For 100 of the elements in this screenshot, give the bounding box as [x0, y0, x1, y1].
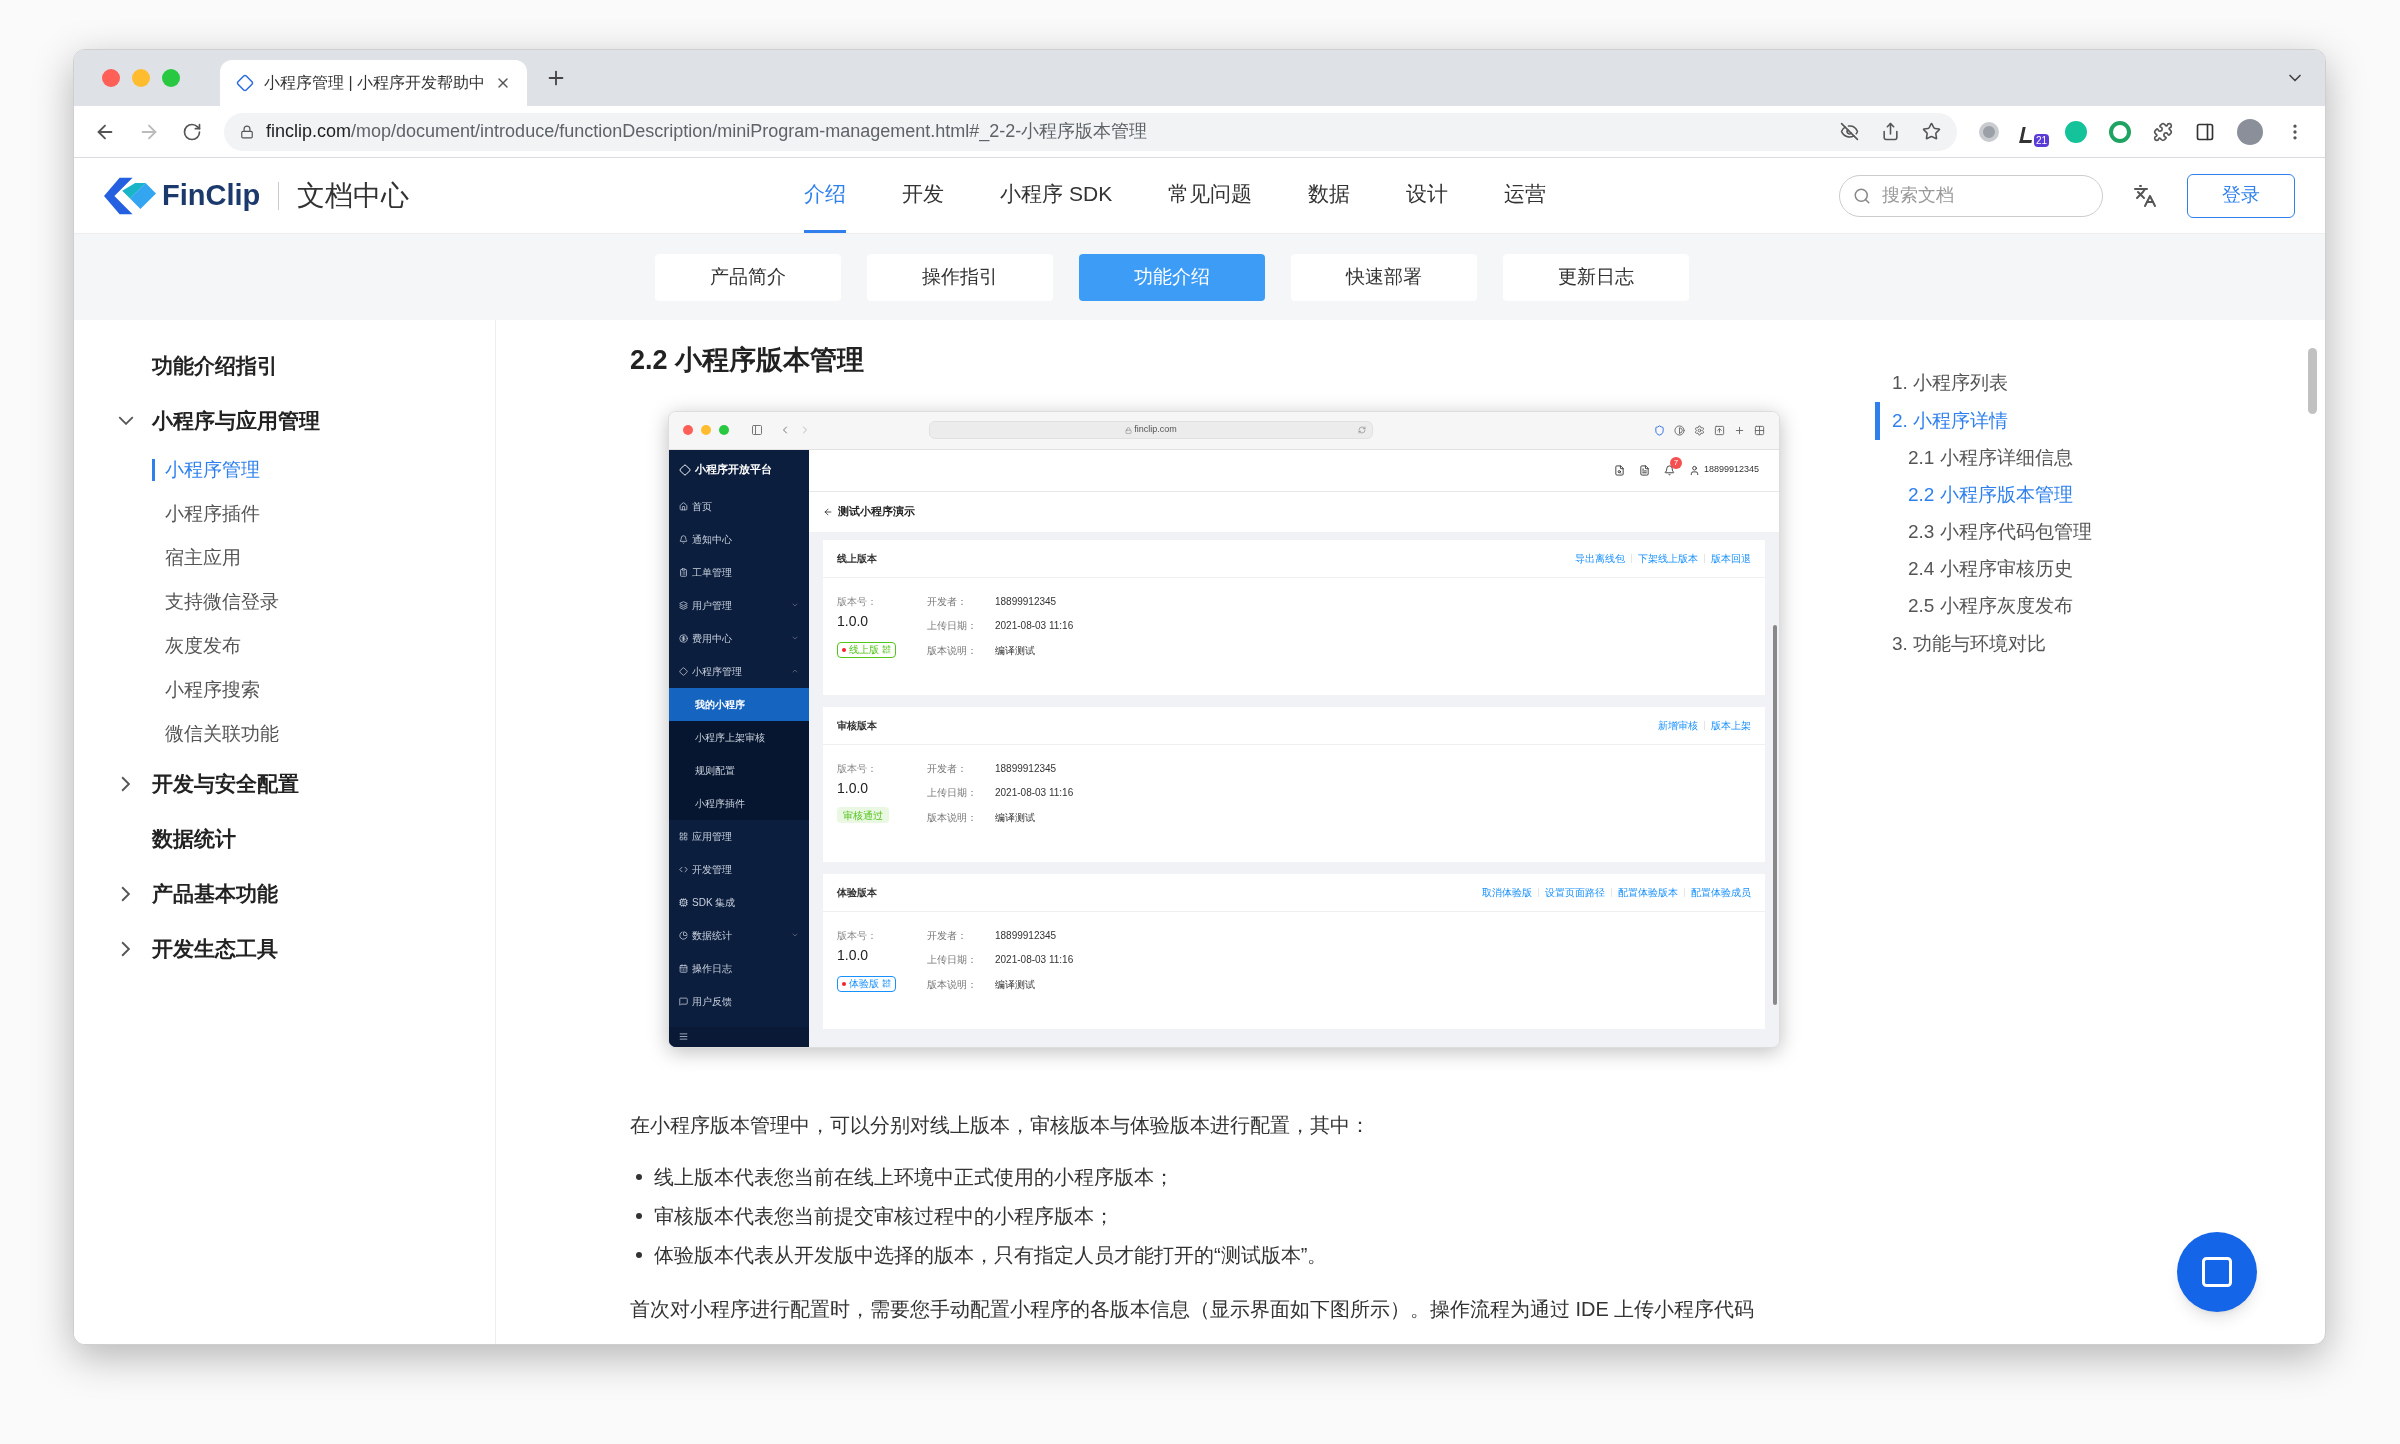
toc-sublink[interactable]: 2.5 小程序灰度发布	[1875, 588, 2325, 625]
document-icon[interactable]	[1638, 464, 1650, 476]
bell-icon	[679, 534, 688, 544]
field-label: 上传日期：	[927, 953, 978, 968]
share-icon	[1714, 424, 1725, 436]
mini-menu-item[interactable]: 首页	[669, 489, 809, 523]
eye-off-icon[interactable]	[1840, 122, 1859, 141]
toc-sublink[interactable]: 2.1 小程序详细信息	[1875, 440, 2325, 477]
version-label: 版本号：	[837, 594, 877, 609]
bell-icon[interactable]	[1663, 464, 1675, 476]
sidebar-link[interactable]: 灰度发布	[152, 635, 241, 657]
login-button[interactable]: 登录	[2187, 173, 2295, 218]
sidebar-icon	[751, 424, 763, 436]
mini-submenu-item[interactable]: 规则配置	[669, 753, 809, 787]
bullet-icon	[636, 1251, 642, 1258]
nav-link[interactable]: 小程序 SDK	[1000, 158, 1113, 233]
sub-tab[interactable]: 快速部署	[1291, 253, 1477, 301]
mini-menu-item[interactable]: 应用管理	[669, 819, 809, 853]
nav-link[interactable]: 开发	[902, 158, 945, 233]
field-value: 2021-08-03 11:16	[995, 619, 1074, 634]
user-icon	[1688, 464, 1700, 476]
reload-icon[interactable]	[182, 121, 202, 142]
profile-avatar[interactable]	[2237, 118, 2263, 145]
share-icon[interactable]	[1881, 122, 1900, 141]
field-value: 18899912345	[995, 594, 1058, 609]
version-number: 1.0.0	[837, 611, 869, 631]
card-title: 审核版本	[837, 718, 877, 733]
sub-tab[interactable]: 产品简介	[655, 253, 841, 301]
reload-icon	[1358, 426, 1366, 434]
puzzle-icon[interactable]	[2153, 121, 2173, 142]
field-value: 编译测试	[995, 978, 1036, 993]
half-circle-icon	[1674, 424, 1685, 436]
sidebar-link[interactable]: 支持微信登录	[152, 591, 279, 613]
address-bar[interactable]: finclip.com/mop/document/introduce/functionDescription/miniProgram-management.html#_2-2-小程序版本管理	[224, 112, 1957, 151]
translate-icon[interactable]	[2133, 183, 2157, 208]
sidebar-section[interactable]: 数据统计	[74, 811, 495, 866]
sidebar-section[interactable]: 小程序与应用管理	[74, 393, 495, 448]
nav-link[interactable]: 数据	[1308, 158, 1351, 233]
scrollbar-thumb[interactable]	[1773, 624, 1777, 1005]
field-label: 版本说明：	[927, 644, 978, 659]
nav-link[interactable]: 设计	[1406, 158, 1449, 233]
sidebar-section[interactable]: 产品基本功能	[74, 866, 495, 921]
sub-tab[interactable]: 操作指引	[867, 253, 1053, 301]
logo-text: FinClip	[162, 177, 261, 213]
qr-code-icon	[882, 979, 891, 988]
qr-code-icon	[882, 645, 891, 654]
mini-menu-item[interactable]: SDK 集成	[669, 885, 809, 919]
mini-submenu-item[interactable]: 小程序插件	[669, 786, 809, 820]
side-panel-icon[interactable]	[2195, 121, 2215, 142]
back-arrow-icon[interactable]	[823, 506, 833, 517]
search-icon	[1853, 186, 1871, 205]
sidebar-link[interactable]: 小程序管理	[152, 459, 260, 481]
toc-sublink[interactable]: 2.2 小程序版本管理	[1875, 477, 2325, 514]
coin-icon	[679, 633, 688, 643]
field-value: 编译测试	[995, 811, 1036, 826]
mini-menu-item[interactable]: 小程序管理	[669, 654, 809, 688]
mini-submenu-item[interactable]: 小程序上架审核	[669, 720, 809, 754]
sidebar-link[interactable]: 小程序搜索	[152, 679, 260, 701]
mini-menu-item[interactable]: 费用中心	[669, 621, 809, 655]
toc-sublink[interactable]: 2.4 小程序审核历史	[1875, 551, 2325, 588]
sidebar-section[interactable]: 功能介绍指引	[74, 338, 495, 393]
status-tag: 线上版	[837, 641, 896, 658]
nav-link[interactable]: 常见问题	[1168, 158, 1253, 233]
mini-menu-item[interactable]: 数据统计	[669, 918, 809, 952]
collapse-menu-icon[interactable]	[679, 1032, 688, 1041]
mini-menu-item[interactable]: 开发管理	[669, 852, 809, 886]
sidebar-section[interactable]: 开发生态工具	[74, 921, 495, 976]
mini-menu-item[interactable]: 通知中心	[669, 522, 809, 556]
field-label: 开发者：	[927, 928, 968, 943]
body-paragraph: 首次对小程序进行配置时，需要您手动配置小程序的各版本信息（显示界面如下图所示）。操作流程为通过 IDE 上传小程序代码	[630, 1296, 1756, 1322]
browser-tab[interactable]: 小程序管理 | 小程序开发帮助中	[220, 60, 528, 106]
search-field[interactable]: 搜索文档	[1839, 174, 2103, 217]
toc-link[interactable]: 3. 功能与环境对比	[1875, 625, 2325, 663]
nav-link[interactable]: 运营	[1504, 158, 1547, 233]
sidebar-link[interactable]: 微信关联功能	[152, 723, 279, 745]
sidebar-link[interactable]: 宿主应用	[152, 547, 241, 569]
mini-menu-item[interactable]: 操作日志	[669, 951, 809, 985]
mini-menu-item[interactable]: 工单管理	[669, 555, 809, 589]
toc-link[interactable]: 1. 小程序列表	[1875, 364, 2325, 402]
mini-submenu-item[interactable]: 我的小程序	[669, 687, 809, 721]
version-number: 1.0.0	[837, 778, 869, 798]
calendar-icon	[679, 963, 688, 973]
lock-icon	[1125, 426, 1133, 434]
sidebar-link[interactable]: 小程序插件	[152, 503, 260, 525]
field-value: 18899912345	[995, 928, 1058, 943]
star-icon[interactable]	[1922, 122, 1941, 141]
card-title: 体验版本	[837, 885, 877, 900]
page-scrollbar-thumb[interactable]	[2308, 348, 2317, 414]
clipboard-icon	[679, 567, 688, 577]
field-label: 开发者：	[927, 594, 968, 609]
toc-sublink[interactable]: 2.3 小程序代码包管理	[1875, 514, 2325, 551]
sidebar-section[interactable]: 开发与安全配置	[74, 756, 495, 811]
site-favicon-icon	[236, 74, 254, 92]
mini-menu-item[interactable]: 用户反馈	[669, 984, 809, 1018]
document-search-icon[interactable]	[1613, 464, 1625, 476]
bullet-text: 线上版本代表您当前在线上环境中正式使用的小程序版本；	[654, 1164, 1174, 1190]
sub-tab[interactable]: 更新日志	[1503, 253, 1689, 301]
mini-menu-item[interactable]: 用户管理	[669, 588, 809, 622]
lock-icon	[240, 124, 254, 139]
field-value: 2021-08-03 11:16	[995, 786, 1074, 801]
